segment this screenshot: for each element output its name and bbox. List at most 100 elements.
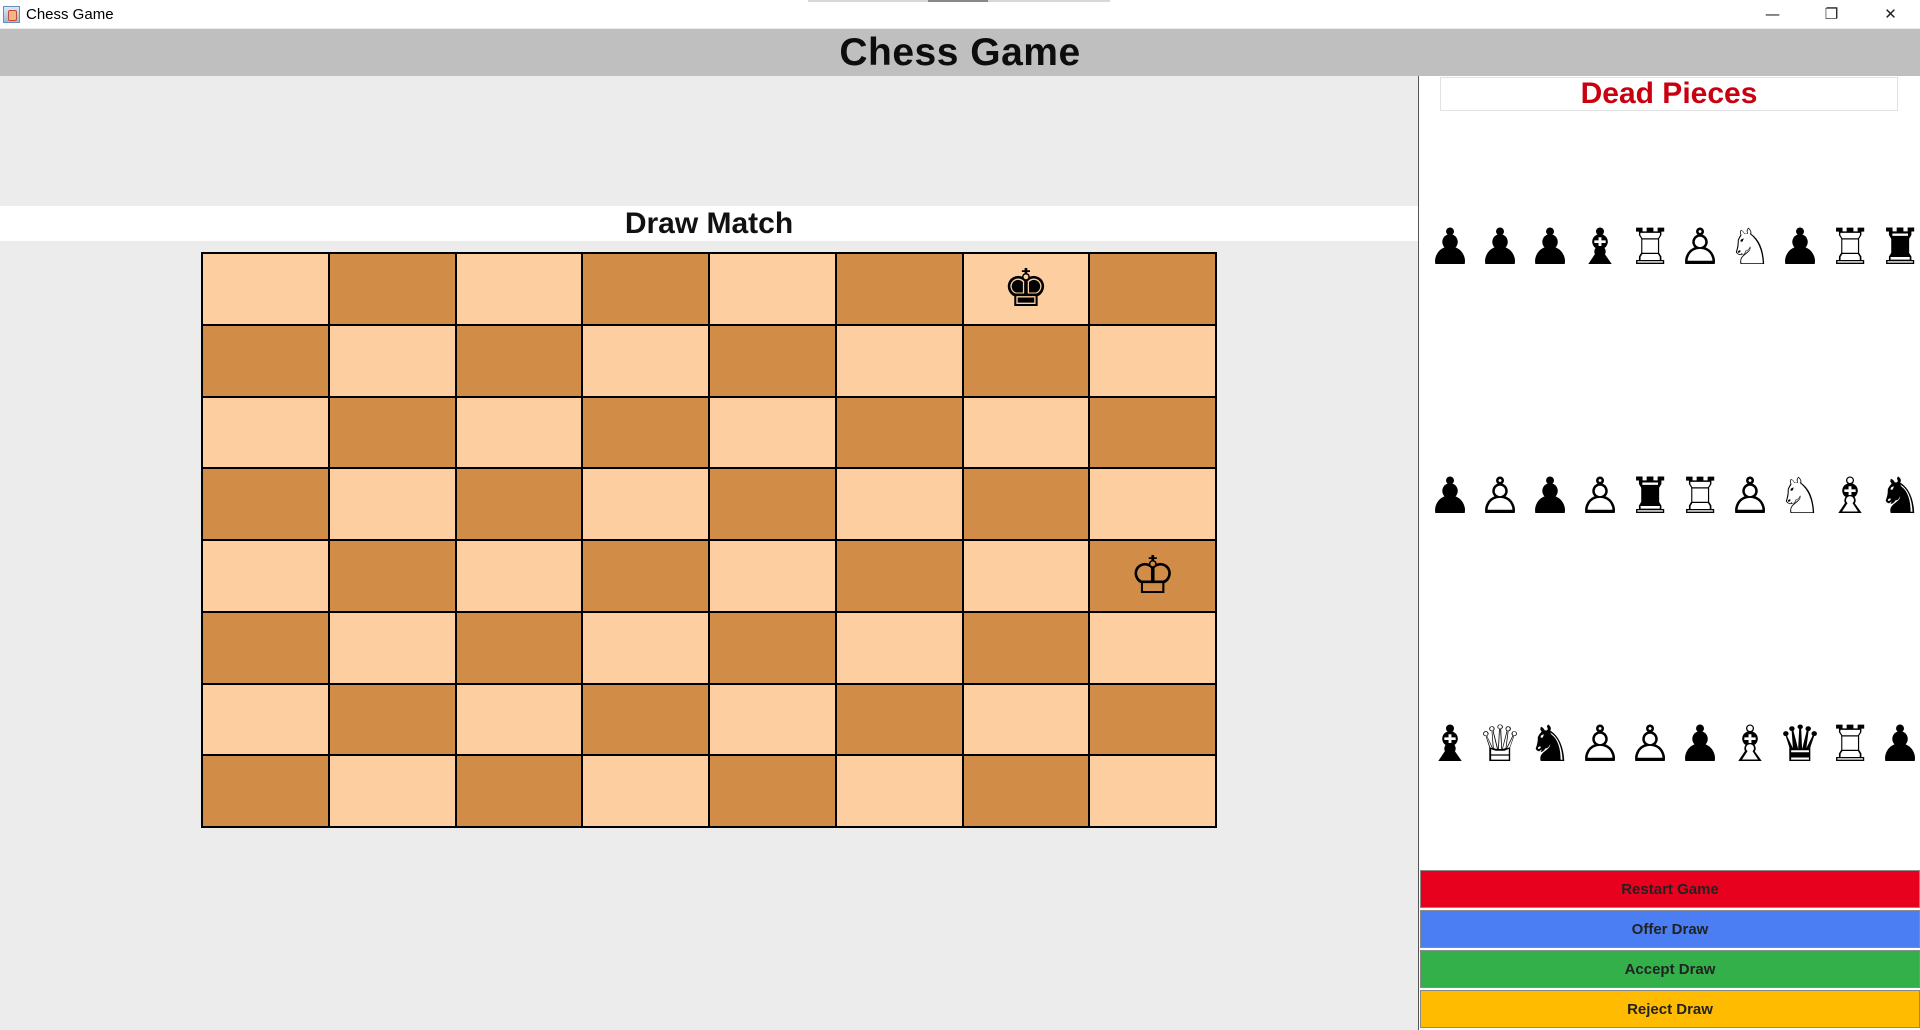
board-square[interactable] <box>582 683 709 756</box>
dead-piece-icon: ♟ <box>1427 467 1473 525</box>
board-square[interactable] <box>455 540 583 612</box>
board-square[interactable] <box>1089 683 1216 756</box>
board-square[interactable] <box>202 755 329 827</box>
board-square[interactable] <box>709 540 836 612</box>
board-square[interactable] <box>962 611 1090 684</box>
board-square[interactable] <box>582 540 709 612</box>
dead-pieces-title: Dead Pieces <box>1580 77 1758 110</box>
board-square[interactable] <box>202 540 329 612</box>
dead-piece-icon: ♜ <box>1627 467 1673 525</box>
dead-piece-icon: ♘ <box>1727 218 1773 276</box>
board-square[interactable] <box>455 253 583 325</box>
board-square[interactable] <box>328 468 456 540</box>
window-titlebar: Chess Game — ❐ ✕ <box>0 0 1920 28</box>
dead-piece-icon: ♖ <box>1677 467 1723 525</box>
board-square[interactable]: ♔ <box>1089 540 1216 612</box>
board-square[interactable] <box>202 468 329 540</box>
board-square[interactable] <box>962 396 1090 469</box>
board-square[interactable] <box>962 324 1090 397</box>
dead-piece-icon: ♙ <box>1477 467 1523 525</box>
black-king-piece-icon[interactable]: ♚ <box>1003 263 1050 315</box>
dead-piece-icon: ♙ <box>1627 715 1673 773</box>
board-square[interactable] <box>202 611 329 684</box>
dead-piece-icon: ♖ <box>1627 218 1673 276</box>
board-square[interactable] <box>328 324 456 397</box>
dead-piece-icon: ♜ <box>1877 218 1920 276</box>
board-square[interactable] <box>455 755 583 827</box>
board-square[interactable] <box>835 540 963 612</box>
window-title: Chess Game <box>26 5 114 23</box>
dead-pieces-row: ♟ ♙ ♟ ♙ ♜ ♖ ♙ ♘ ♗ ♞ <box>1425 468 1920 524</box>
board-square[interactable] <box>962 683 1090 756</box>
board-square[interactable] <box>709 755 836 827</box>
close-button[interactable]: ✕ <box>1861 0 1920 28</box>
board-square[interactable] <box>1089 755 1216 827</box>
board-square[interactable] <box>1089 324 1216 397</box>
reject-draw-button[interactable]: Reject Draw <box>1420 990 1920 1028</box>
board-square[interactable] <box>1089 396 1216 469</box>
board-square[interactable] <box>328 396 456 469</box>
board-square[interactable] <box>328 540 456 612</box>
dead-pieces-row: ♟ ♟ ♟ ♝ ♖ ♙ ♘ ♟ ♖ ♜ <box>1425 219 1920 275</box>
dead-piece-icon: ♟ <box>1677 715 1723 773</box>
board-square[interactable] <box>709 468 836 540</box>
board-square[interactable] <box>328 611 456 684</box>
offer-draw-button[interactable]: Offer Draw <box>1420 910 1920 948</box>
snap-layout-hint <box>808 0 1110 2</box>
restore-button[interactable]: ❐ <box>1802 0 1861 28</box>
dead-piece-icon: ♗ <box>1727 715 1773 773</box>
java-app-icon <box>3 5 20 23</box>
game-status-text: Draw Match <box>624 206 794 240</box>
dead-piece-icon: ♟ <box>1477 218 1523 276</box>
board-square[interactable] <box>202 396 329 469</box>
board-square[interactable] <box>835 396 963 469</box>
board-square[interactable] <box>709 253 836 325</box>
minimize-button[interactable]: — <box>1743 0 1802 28</box>
board-square[interactable] <box>835 468 963 540</box>
board-square[interactable] <box>962 755 1090 827</box>
board-square[interactable] <box>202 683 329 756</box>
accept-draw-button[interactable]: Accept Draw <box>1420 950 1920 988</box>
dead-piece-icon: ♟ <box>1877 715 1920 773</box>
board-square[interactable] <box>455 683 583 756</box>
board-square[interactable] <box>455 396 583 469</box>
white-king-piece-icon[interactable]: ♔ <box>1129 550 1176 602</box>
dead-piece-icon: ♛ <box>1777 715 1823 773</box>
board-square[interactable] <box>962 468 1090 540</box>
board-square[interactable] <box>202 253 329 325</box>
board-square[interactable] <box>1089 253 1216 325</box>
board-square[interactable] <box>328 683 456 756</box>
board-square[interactable] <box>582 611 709 684</box>
board-square[interactable] <box>709 396 836 469</box>
board-square[interactable] <box>582 324 709 397</box>
board-square[interactable] <box>455 468 583 540</box>
board-square[interactable] <box>582 755 709 827</box>
dead-pieces-header: Dead Pieces <box>1440 77 1898 111</box>
board-square[interactable] <box>835 683 963 756</box>
board-square[interactable] <box>835 755 963 827</box>
board-square[interactable] <box>582 468 709 540</box>
app-header: Chess Game <box>0 29 1920 76</box>
board-square[interactable] <box>835 611 963 684</box>
board-square[interactable] <box>709 683 836 756</box>
dead-pieces-row: ♝ ♕ ♞ ♙ ♙ ♟ ♗ ♛ ♖ ♟ <box>1425 716 1920 772</box>
board-square[interactable] <box>1089 611 1216 684</box>
board-square[interactable] <box>962 540 1090 612</box>
board-square[interactable] <box>328 253 456 325</box>
board-square[interactable] <box>835 324 963 397</box>
board-square[interactable] <box>455 611 583 684</box>
board-square[interactable] <box>709 324 836 397</box>
board-square[interactable] <box>582 396 709 469</box>
restart-game-button[interactable]: Restart Game <box>1420 870 1920 908</box>
board-square[interactable]: ♚ <box>962 253 1090 325</box>
board-square[interactable] <box>328 755 456 827</box>
dead-piece-icon: ♞ <box>1877 467 1920 525</box>
board-square[interactable] <box>202 324 329 397</box>
board-square[interactable] <box>835 253 963 325</box>
board-square[interactable] <box>709 611 836 684</box>
dead-piece-icon: ♟ <box>1427 218 1473 276</box>
board-square[interactable] <box>1089 468 1216 540</box>
board-square[interactable] <box>455 324 583 397</box>
board-square[interactable] <box>582 253 709 325</box>
dead-piece-icon: ♘ <box>1777 467 1823 525</box>
